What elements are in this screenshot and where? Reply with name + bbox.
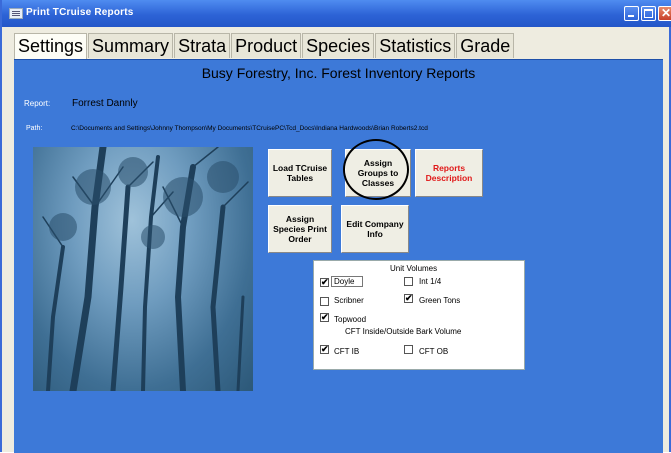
- doyle-checkbox[interactable]: ✔: [320, 278, 329, 287]
- forest-photo: [33, 147, 253, 391]
- cft-volume-title: CFT Inside/Outside Bark Volume: [345, 327, 462, 336]
- tab-product[interactable]: Product: [231, 33, 302, 58]
- title-bar[interactable]: Print TCruise Reports: [2, 0, 671, 27]
- window-title: Print TCruise Reports: [26, 7, 134, 18]
- cft-ob-label: CFT OB: [419, 347, 449, 356]
- minimize-button[interactable]: [624, 6, 639, 21]
- path-value: C:\Documents and Settings\Johnny Thompso…: [71, 125, 428, 132]
- doyle-label: Doyle: [334, 277, 355, 286]
- topwood-label: Topwood: [334, 315, 367, 324]
- green-tons-label: Green Tons: [419, 296, 461, 305]
- reports-description-button[interactable]: Reports Description: [415, 149, 483, 197]
- int-quarter-checkbox[interactable]: [404, 277, 413, 286]
- app-window: Print TCruise Reports Settings Summary S…: [0, 0, 671, 453]
- tab-summary[interactable]: Summary: [88, 33, 174, 58]
- int-quarter-label: Int 1/4: [419, 277, 442, 286]
- tab-statistics[interactable]: Statistics: [375, 33, 456, 58]
- scribner-checkbox[interactable]: [320, 297, 329, 306]
- scribner-label: Scribner: [334, 296, 364, 305]
- edit-company-info-button[interactable]: Edit Company Info: [341, 205, 409, 253]
- page-title: Busy Forestry, Inc. Forest Inventory Rep…: [201, 65, 476, 81]
- tab-bar: Settings Summary Strata Product Species …: [14, 33, 515, 59]
- assign-groups-button[interactable]: Assign Groups to Classes: [345, 149, 411, 197]
- tab-strata[interactable]: Strata: [174, 33, 231, 58]
- path-label: Path:: [26, 125, 43, 132]
- cft-ib-checkbox[interactable]: ✔: [320, 345, 329, 354]
- tab-settings[interactable]: Settings: [14, 33, 88, 59]
- load-tcruise-tables-button[interactable]: Load TCruise Tables: [268, 149, 332, 197]
- cft-ib-label: CFT IB: [334, 347, 360, 356]
- assign-species-print-order-button[interactable]: Assign Species Print Order: [268, 205, 332, 253]
- tab-species[interactable]: Species: [302, 33, 375, 58]
- unit-volumes-title: Unit Volumes: [390, 264, 438, 273]
- cft-ob-checkbox[interactable]: [404, 345, 413, 354]
- green-tons-checkbox[interactable]: ✔: [404, 294, 413, 303]
- close-button[interactable]: [658, 6, 671, 21]
- settings-panel: Busy Forestry, Inc. Forest Inventory Rep…: [14, 59, 663, 453]
- report-value: Forrest Dannly: [72, 98, 138, 109]
- unit-volumes-group: Unit Volumes ✔ Doyle Int 1/4 Scribner ✔ …: [313, 260, 525, 370]
- report-label: Report:: [24, 99, 51, 108]
- topwood-checkbox[interactable]: ✔: [320, 313, 329, 322]
- tab-grade[interactable]: Grade: [456, 33, 515, 58]
- maximize-button[interactable]: [641, 6, 656, 21]
- app-icon: [9, 8, 23, 19]
